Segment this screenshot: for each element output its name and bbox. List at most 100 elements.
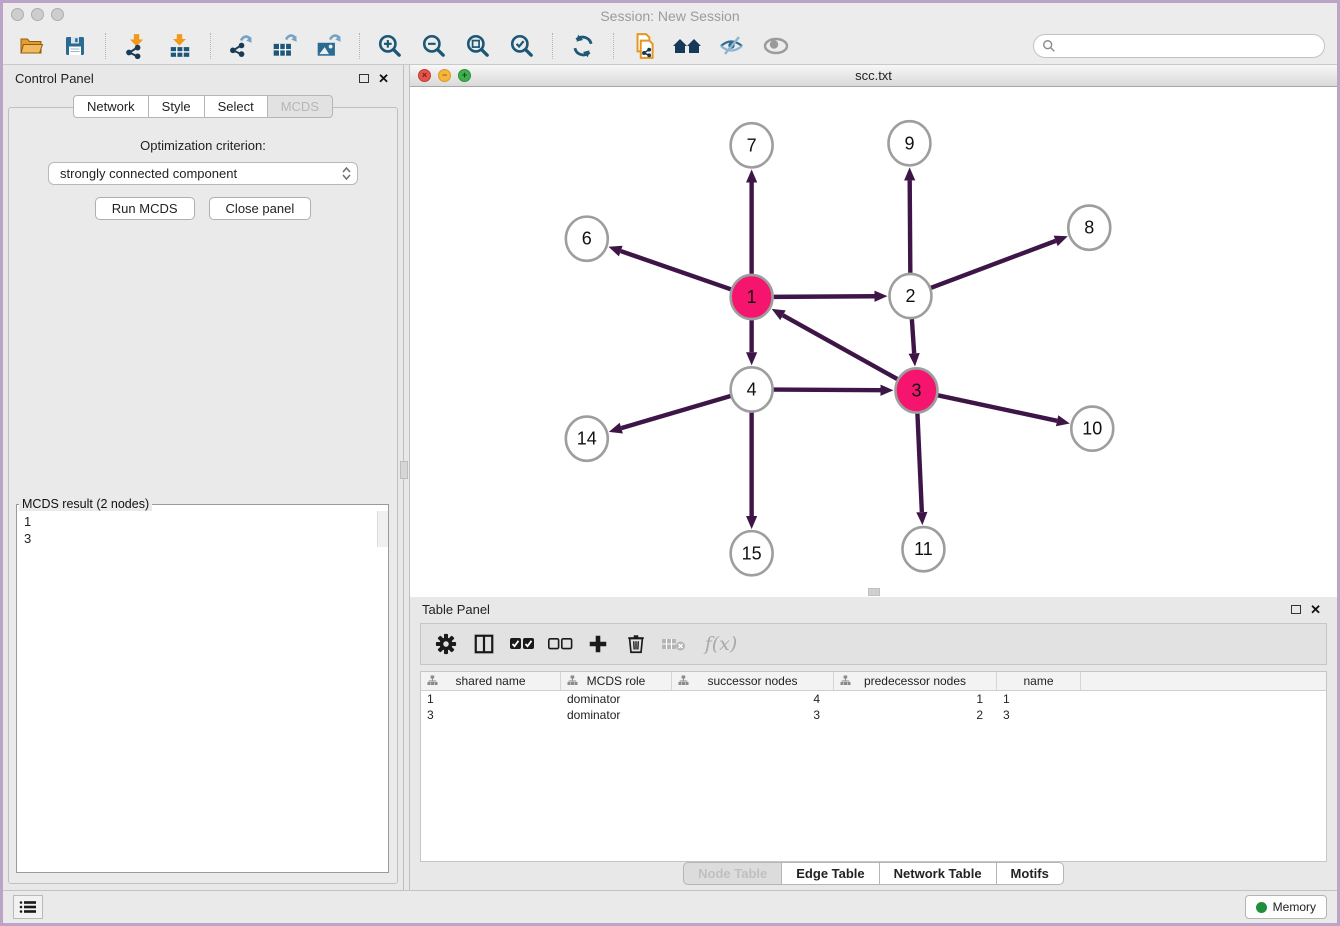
deselect-all-rows-button[interactable]: [543, 628, 577, 660]
network-window-title: scc.txt: [855, 68, 892, 83]
zoom-in-button[interactable]: [370, 31, 410, 61]
network-minimize-icon[interactable]: −: [438, 69, 451, 82]
graph-node-label: 8: [1084, 218, 1094, 238]
tab-network[interactable]: Network: [73, 95, 149, 118]
graph-node-label: 2: [905, 286, 915, 306]
float-table-panel-icon[interactable]: [1291, 605, 1301, 614]
graph-edge[interactable]: [910, 180, 911, 272]
close-window-icon[interactable]: [11, 8, 24, 21]
graph-edge[interactable]: [938, 395, 1057, 420]
tab-node-table[interactable]: Node Table: [683, 862, 782, 885]
tab-select[interactable]: Select: [204, 95, 268, 118]
column-header[interactable]: successor nodes: [672, 672, 834, 690]
task-history-button[interactable]: [13, 895, 43, 919]
column-header[interactable]: shared name: [421, 672, 561, 690]
first-neighbors-icon: [671, 34, 705, 58]
graph-edge[interactable]: [931, 241, 1056, 288]
result-scrollbar[interactable]: [377, 511, 388, 547]
table-panel: Table Panel ✕: [409, 595, 1337, 890]
export-network-icon: [228, 33, 254, 59]
graph-edge-arrowhead: [916, 512, 927, 525]
tab-style[interactable]: Style: [148, 95, 205, 118]
network-graph[interactable]: 7968124314101511: [410, 87, 1337, 597]
hide-selected-button[interactable]: [712, 31, 752, 61]
show-all-button[interactable]: [756, 31, 796, 61]
export-image-button[interactable]: [309, 31, 349, 61]
first-neighbors-button[interactable]: [668, 31, 708, 61]
tab-mcds[interactable]: MCDS: [267, 95, 333, 118]
canvas-resize-handle[interactable]: [868, 588, 880, 596]
tab-edge-table[interactable]: Edge Table: [781, 862, 879, 885]
column-header[interactable]: name: [997, 672, 1081, 690]
close-panel-icon[interactable]: ✕: [378, 74, 389, 83]
export-network-button[interactable]: [221, 31, 261, 61]
column-type-icon: [567, 675, 578, 686]
search-input[interactable]: [1061, 39, 1316, 53]
maximize-window-icon[interactable]: [51, 8, 64, 21]
tab-motifs[interactable]: Motifs: [996, 862, 1064, 885]
column-header[interactable]: predecessor nodes: [834, 672, 997, 690]
export-table-button[interactable]: [265, 31, 305, 61]
import-table-button[interactable]: [160, 31, 200, 61]
table-cell: 3: [421, 708, 561, 722]
zoom-out-icon: [421, 33, 447, 59]
graph-edge[interactable]: [917, 414, 921, 513]
table-row[interactable]: 3dominator323: [421, 707, 1326, 723]
table-row[interactable]: 1dominator411: [421, 691, 1326, 707]
graph-edge-arrowhead: [746, 516, 757, 529]
graph-edge-arrowhead: [609, 423, 623, 434]
delete-table-icon: [661, 635, 687, 653]
panel-divider[interactable]: [403, 65, 409, 890]
close-panel-button[interactable]: Close panel: [209, 197, 312, 220]
close-table-panel-icon[interactable]: ✕: [1310, 605, 1321, 614]
delete-table-button[interactable]: [657, 628, 691, 660]
import-network-icon: [123, 33, 149, 59]
table-cell: 1: [997, 692, 1081, 706]
tab-network-table[interactable]: Network Table: [879, 862, 997, 885]
network-maximize-icon[interactable]: +: [458, 69, 471, 82]
graph-edge[interactable]: [774, 296, 875, 297]
table-columns-button[interactable]: [467, 628, 501, 660]
float-panel-icon[interactable]: [359, 74, 369, 83]
select-all-rows-button[interactable]: [505, 628, 539, 660]
refresh-button[interactable]: [563, 31, 603, 61]
show-all-icon: [761, 34, 791, 58]
zoom-out-button[interactable]: [414, 31, 454, 61]
graph-edge[interactable]: [783, 315, 897, 379]
open-session-button[interactable]: [11, 31, 51, 61]
control-panel: Control Panel ✕ Network Style Select MCD…: [3, 65, 403, 890]
memory-button[interactable]: Memory: [1245, 895, 1327, 919]
add-column-button[interactable]: [581, 628, 615, 660]
column-type-icon: [840, 675, 851, 686]
zoom-selected-button[interactable]: [502, 31, 542, 61]
mcds-tab-content: Optimization criterion: strongly connect…: [8, 107, 398, 884]
network-canvas[interactable]: 7968124314101511: [410, 87, 1337, 597]
table-body: 1dominator4113dominator323: [421, 691, 1326, 723]
delete-column-button[interactable]: [619, 628, 653, 660]
toolbar-separator: [359, 33, 360, 59]
import-network-button[interactable]: [116, 31, 156, 61]
criterion-select[interactable]: strongly connected component: [48, 162, 358, 185]
graph-node-label: 15: [742, 543, 762, 563]
graph-edge-arrowhead: [904, 167, 915, 180]
graph-edge[interactable]: [912, 319, 914, 353]
minimize-window-icon[interactable]: [31, 8, 44, 21]
column-header[interactable]: MCDS role: [561, 672, 672, 690]
run-mcds-button[interactable]: Run MCDS: [95, 197, 195, 220]
graph-edge[interactable]: [621, 251, 731, 289]
search-field[interactable]: [1033, 34, 1325, 58]
copy-network-button[interactable]: [624, 31, 664, 61]
table-settings-button[interactable]: [429, 628, 463, 660]
delete-column-icon: [625, 633, 647, 655]
graph-edge[interactable]: [621, 396, 730, 428]
zoom-fit-button[interactable]: [458, 31, 498, 61]
select-all-icon: [509, 637, 535, 651]
table-cell: 3: [997, 708, 1081, 722]
network-window-titlebar[interactable]: × − + scc.txt: [410, 65, 1337, 87]
graph-edge[interactable]: [774, 390, 881, 391]
toolbar-separator: [552, 33, 553, 59]
function-builder-button[interactable]: f(x): [695, 628, 747, 660]
network-close-icon[interactable]: ×: [418, 69, 431, 82]
divider-grip[interactable]: [400, 461, 408, 479]
save-session-button[interactable]: [55, 31, 95, 61]
